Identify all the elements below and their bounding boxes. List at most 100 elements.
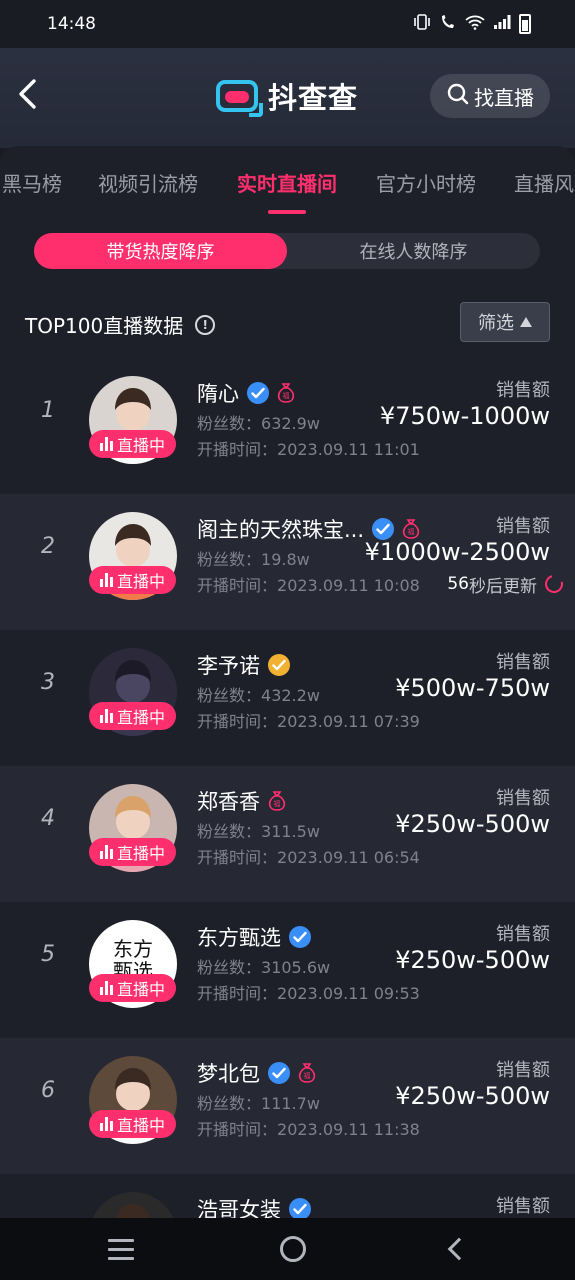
verified-icon [268, 1062, 290, 1084]
auto-update-notice: 56 秒后更新 [437, 566, 575, 602]
filter-label: 筛选 [478, 313, 514, 334]
sort-by-online-count[interactable]: 在线人数降序 [287, 233, 540, 269]
fans-prefix: 粉丝数： [197, 686, 262, 705]
anchor-name[interactable]: 阁主的天然珠宝... [197, 514, 364, 544]
anchor-name[interactable]: 郑香香 [197, 786, 260, 816]
anchor-name-line: 东方甄选 [197, 922, 311, 952]
sales-label: 销售额 [496, 924, 550, 945]
ranking-tabs: 黑马榜 视频引流榜 实时直播间 官方小时榜 直播风 [0, 146, 575, 216]
start-time: 开播时间：2023.09.11 11:38 [197, 1116, 420, 1140]
money-bag-icon: 福 [298, 1063, 316, 1083]
start-prefix: 开播时间： [197, 712, 278, 731]
live-badge: 直播中 [89, 566, 176, 594]
live-room-row[interactable]: 5 东方 甄选 直播中 东方甄选 粉丝数：3105.6w 开播时间：2023.0… [0, 902, 575, 1038]
live-room-list: 1 直播中 隋心 福 粉丝数： 632.9w 开播时间：2023.09.11 11… [0, 358, 575, 1218]
tab-video-traffic[interactable]: 视频引流榜 [98, 168, 198, 197]
sales-value: ¥250w-500w [395, 946, 550, 974]
sales-label: 销售额 [496, 1196, 550, 1217]
sales-value: ¥250w-500w [395, 810, 550, 838]
system-nav-bar [0, 1218, 575, 1280]
live-bars-icon [99, 709, 113, 723]
start-time: 开播时间：2023.09.11 11:01 [197, 436, 420, 460]
live-room-row[interactable]: 1 直播中 隋心 福 粉丝数：632.9w 开播时间：2023.09.11 11… [0, 358, 575, 494]
update-seconds: 56 [447, 574, 469, 594]
live-room-row[interactable]: 4 直播中 郑香香 福 粉丝数：311.5w 开播时间：2023.09.11 0… [0, 766, 575, 902]
start-time: 开播时间：2023.09.11 07:39 [197, 708, 420, 732]
live-bars-icon [99, 981, 113, 995]
system-back-button[interactable] [447, 1237, 471, 1261]
start-prefix: 开播时间： [197, 984, 278, 1003]
live-badge: 直播中 [89, 974, 176, 1002]
live-badge-label: 直播中 [116, 708, 165, 727]
avatar[interactable] [89, 1192, 177, 1218]
anchor-name[interactable]: 李予诺 [197, 650, 260, 680]
start-time: 开播时间：2023.09.11 10:08 [197, 572, 420, 596]
section-title: TOP100直播数据 ! [25, 310, 216, 339]
tab-realtime-live[interactable]: 实时直播间 [237, 168, 337, 197]
sales-label: 销售额 [496, 788, 550, 809]
anchor-name-line: 浩哥女装 [197, 1194, 311, 1218]
fans-value: 3105.6w [261, 958, 331, 977]
tab-live-style[interactable]: 直播风 [514, 168, 574, 197]
home-button[interactable] [279, 1236, 306, 1262]
anchor-name[interactable]: 东方甄选 [197, 922, 281, 952]
back-icon [17, 78, 37, 114]
fans-prefix: 粉丝数： [197, 822, 262, 841]
live-room-row[interactable]: 6 直播中 梦北包 福 粉丝数：111.7w 开播时间：2023.09.11 1… [0, 1038, 575, 1174]
verified-icon [247, 382, 269, 404]
fans-prefix: 粉丝数： [197, 958, 262, 977]
wifi-call-icon [439, 14, 457, 34]
start-time-value: 2023.09.11 10:08 [277, 576, 420, 595]
battery-icon [519, 14, 531, 34]
find-live-button[interactable]: 找直播 [430, 74, 550, 118]
sales-value: ¥250w-500w [395, 1082, 550, 1110]
live-bars-icon [99, 437, 113, 451]
live-badge: 直播中 [89, 838, 176, 866]
fans-count: 粉丝数：311.5w [197, 818, 320, 842]
fans-count: 粉丝数：19.8w [197, 546, 310, 570]
live-badge-label: 直播中 [116, 844, 165, 863]
anchor-name[interactable]: 隋心 [197, 378, 239, 408]
svg-text:福: 福 [304, 1071, 311, 1080]
live-badge: 直播中 [89, 702, 176, 730]
refresh-icon[interactable] [541, 571, 567, 597]
sort-by-sales-heat[interactable]: 带货热度降序 [34, 233, 287, 269]
filter-button[interactable]: 筛选 [460, 302, 550, 342]
tab-official-hourly[interactable]: 官方小时榜 [376, 168, 476, 197]
status-icons [413, 14, 531, 34]
info-icon[interactable]: ! [195, 314, 216, 335]
anchor-name[interactable]: 浩哥女装 [197, 1194, 281, 1218]
tab-dark-horse[interactable]: 黑马榜 [2, 168, 62, 197]
sales-label: 销售额 [496, 516, 550, 537]
logo-icon [216, 80, 263, 117]
live-room-row[interactable]: 2 直播中 阁主的天然珠宝... 福 粉丝数：19.8w 开播时间：2023.0… [0, 494, 575, 630]
back-button[interactable] [14, 78, 40, 114]
svg-text:福: 福 [274, 799, 281, 808]
fans-count: 粉丝数：3105.6w [197, 954, 330, 978]
start-time-value: 2023.09.11 07:39 [277, 712, 420, 731]
anchor-name[interactable]: 梦北包 [197, 1058, 260, 1088]
anchor-name-line: 隋心 福 [197, 378, 295, 408]
fans-prefix: 粉丝数： [197, 550, 262, 569]
start-prefix: 开播时间： [197, 1120, 278, 1139]
anchor-name-line: 李予诺 [197, 650, 290, 680]
fans-prefix: 粉丝数： [197, 1094, 262, 1113]
rank-number: 1 [41, 398, 55, 423]
start-prefix: 开播时间： [197, 576, 278, 595]
live-bars-icon [99, 845, 113, 859]
section-title-text: TOP100直播数据 [25, 314, 184, 338]
sales-value: ¥500w-750w [395, 674, 550, 702]
live-badge: 直播中 [89, 1110, 176, 1138]
sales-label: 销售额 [496, 380, 550, 401]
verified-icon [268, 654, 290, 676]
live-room-row[interactable]: 3 直播中 李予诺 粉丝数：432.2w 开播时间：2023.09.11 07:… [0, 630, 575, 766]
start-time: 开播时间：2023.09.11 06:54 [197, 844, 420, 868]
recent-apps-button[interactable] [108, 1238, 134, 1260]
sales-label: 销售额 [496, 652, 550, 673]
verified-icon [289, 926, 311, 948]
fans-count: 粉丝数：432.2w [197, 682, 320, 706]
fans-value: 632.9w [261, 414, 320, 433]
live-room-row[interactable]: 直播中 浩哥女装 销售额 [0, 1174, 575, 1218]
verified-icon [289, 1198, 311, 1218]
svg-text:福: 福 [408, 527, 415, 536]
